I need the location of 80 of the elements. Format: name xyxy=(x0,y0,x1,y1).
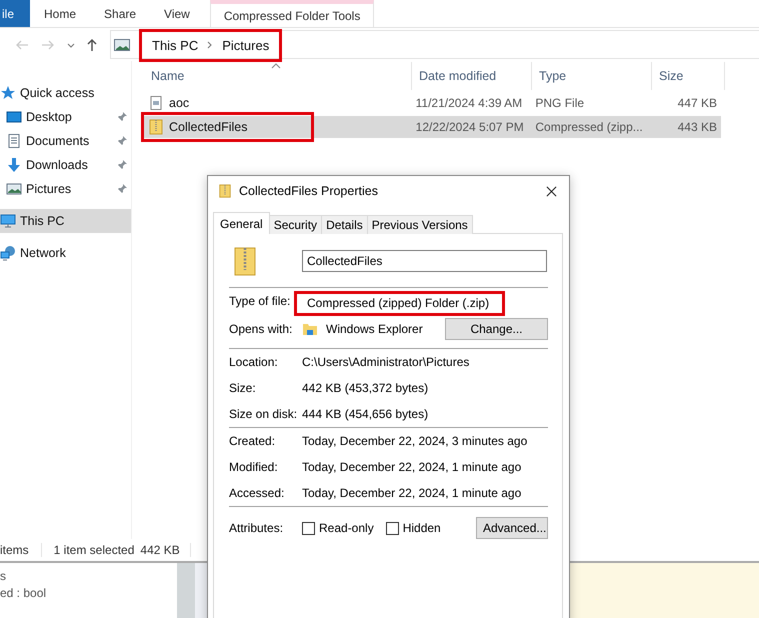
address-bar[interactable]: This PC Pictures xyxy=(110,30,759,59)
nav-item[interactable]: Desktop xyxy=(0,105,131,129)
dialog-tab[interactable]: Previous Versions xyxy=(366,215,473,234)
checkbox[interactable]: Hidden xyxy=(386,521,441,535)
breadcrumb-item[interactable]: Pictures xyxy=(222,38,270,52)
field-value: Today, December 22, 2024, 3 minutes ago xyxy=(302,434,528,448)
type-cell-text: Compressed (zipp... xyxy=(534,120,644,134)
nav-item[interactable]: Quick access xyxy=(0,81,131,105)
pin-icon xyxy=(117,136,127,146)
text-line: s xyxy=(0,569,7,585)
window-title: CollectedFiles Properties xyxy=(239,184,379,198)
pin-icon xyxy=(117,160,127,170)
field-value: Compressed (zipped) Folder (.zip) xyxy=(294,290,506,316)
monitor-icon xyxy=(0,213,16,229)
size-cell-text: 443 KB xyxy=(676,120,718,134)
type-cell-text: PNG File xyxy=(534,96,586,110)
field-value: 444 KB (454,656 bytes) xyxy=(302,407,428,421)
close-icon[interactable] xyxy=(546,186,557,196)
field-value: Today, December 22, 2024, 1 minute ago xyxy=(302,486,522,500)
field-value: C:\Users\Administrator\Pictures xyxy=(302,355,470,369)
advanced-button[interactable]: Advanced... xyxy=(476,517,548,539)
image-icon xyxy=(114,38,130,52)
star-icon xyxy=(0,85,16,101)
file-row[interactable]: aoc 11/21/2024 4:39 AM PNG File 447 KB xyxy=(144,92,721,114)
field-label: Attributes: xyxy=(229,521,284,535)
column-header[interactable]: Date modified xyxy=(412,62,532,90)
breadcrumb-item[interactable]: This PC xyxy=(152,38,198,52)
field-label: Created: xyxy=(229,434,276,448)
dialog-tab[interactable]: General xyxy=(213,212,270,234)
nav-item[interactable]: Network xyxy=(0,241,131,265)
file-icon xyxy=(148,95,164,111)
field-label: Size: xyxy=(229,381,257,395)
file-name: CollectedFiles xyxy=(169,120,248,134)
nav-item[interactable]: Downloads xyxy=(0,153,131,177)
text-line: ed : bool xyxy=(0,586,48,602)
nav-item[interactable]: Documents xyxy=(0,129,131,153)
zip-folder-icon xyxy=(218,183,232,199)
column-header[interactable]: Name xyxy=(144,62,412,90)
dialog-tab[interactable]: Details xyxy=(321,215,368,234)
nav-item[interactable]: Pictures xyxy=(0,177,131,201)
field-label: Opens with: xyxy=(229,322,294,336)
image-icon xyxy=(6,181,22,197)
field-label: Location: xyxy=(229,355,279,369)
change-button[interactable]: Change... xyxy=(445,318,548,340)
date-cell-text: 11/21/2024 4:39 AM xyxy=(414,96,524,110)
date-cell-text: 12/22/2024 5:07 PM xyxy=(414,120,525,134)
column-header[interactable]: Type xyxy=(532,62,652,90)
ribbon-tab[interactable]: Home xyxy=(30,0,90,27)
size-cell-text: 447 KB xyxy=(676,96,718,110)
file-tab[interactable]: ile xyxy=(0,0,30,27)
field-label: Accessed: xyxy=(229,486,286,500)
network-icon xyxy=(0,245,16,261)
file-name: aoc xyxy=(169,96,190,110)
document-icon xyxy=(6,133,22,149)
field-label: Size on disk: xyxy=(229,407,298,421)
dialog-tab[interactable]: Security xyxy=(268,215,322,234)
down-arrow-icon xyxy=(6,157,22,173)
chevron-right-icon[interactable] xyxy=(207,41,214,49)
scroll-bar[interactable] xyxy=(177,563,195,618)
zip-folder-icon xyxy=(148,119,164,135)
ribbon-tab[interactable]: Share xyxy=(90,0,150,27)
column-header[interactable]: Size xyxy=(652,62,725,90)
pin-icon xyxy=(117,112,127,122)
zip-folder-icon xyxy=(233,244,257,276)
field-value: 442 KB (453,372 bytes) xyxy=(302,381,428,395)
field-value: Today, December 22, 2024, 1 minute ago xyxy=(302,460,522,474)
name-field[interactable]: CollectedFiles xyxy=(302,250,547,272)
pin-icon xyxy=(117,184,127,194)
field-value: Windows Explorer xyxy=(326,322,424,336)
ribbon-tab[interactable]: View xyxy=(150,0,204,27)
field-label: Modified: xyxy=(229,460,279,474)
item-count: items xyxy=(0,543,42,557)
nav-item[interactable]: This PC xyxy=(0,209,131,233)
field-label: Type of file: xyxy=(229,294,292,308)
selection-info: 1 item selected xyxy=(52,543,134,557)
desktop-icon xyxy=(6,109,22,125)
sort-caret-icon xyxy=(271,63,281,69)
folder-icon xyxy=(302,321,318,337)
checkbox[interactable]: Read-only xyxy=(302,521,374,535)
selection-size: 442 KB xyxy=(134,543,191,557)
